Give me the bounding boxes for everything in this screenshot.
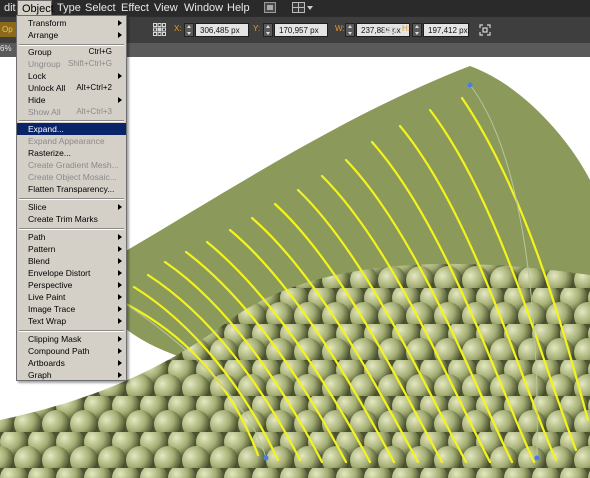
submenu-arrow-icon xyxy=(118,294,122,300)
menu-item-create-trim-marks[interactable]: Create Trim Marks xyxy=(17,213,126,225)
menu-help[interactable]: Help xyxy=(223,0,250,16)
anchor-point xyxy=(263,455,269,461)
submenu-arrow-icon xyxy=(118,282,122,288)
opacity-label[interactable]: Op xyxy=(0,22,16,37)
anchor-point xyxy=(467,82,473,88)
menu-item-expand[interactable]: Expand... xyxy=(17,123,126,135)
shortcut-label: Alt+Ctrl+2 xyxy=(76,83,112,92)
menu-item-compound-path[interactable]: Compound Path xyxy=(17,345,126,357)
h-label: H: xyxy=(402,24,410,33)
menu-item-create-gradient-mesh[interactable]: Create Gradient Mesh... xyxy=(17,159,126,171)
menu-item-envelope-distort[interactable]: Envelope Distort xyxy=(17,267,126,279)
menu-window[interactable]: Window xyxy=(180,0,223,16)
menu-edit[interactable]: dit xyxy=(0,0,18,16)
menu-item-path[interactable]: Path xyxy=(17,231,126,243)
arrange-documents-icon[interactable] xyxy=(292,2,314,13)
submenu-arrow-icon xyxy=(118,204,122,210)
y-label: Y: xyxy=(253,24,261,33)
menu-separator xyxy=(19,198,124,200)
menu-item-show-all[interactable]: Show All Alt+Ctrl+3 xyxy=(17,106,126,118)
transform-menu-icon[interactable] xyxy=(478,23,492,37)
shortcut-label: Ctrl+G xyxy=(88,47,112,56)
submenu-arrow-icon xyxy=(118,246,122,252)
zoom-level-fragment: 6% xyxy=(0,44,12,53)
menu-item-rasterize[interactable]: Rasterize... xyxy=(17,147,126,159)
menu-item-lock[interactable]: Lock xyxy=(17,70,126,82)
submenu-arrow-icon xyxy=(118,20,122,26)
menu-item-image-trace[interactable]: Image Trace xyxy=(17,303,126,315)
submenu-arrow-icon xyxy=(118,270,122,276)
menu-item-pattern[interactable]: Pattern xyxy=(17,243,126,255)
x-spinner[interactable] xyxy=(184,23,194,37)
shortcut-label: Shift+Ctrl+G xyxy=(67,59,112,68)
submenu-arrow-icon xyxy=(118,306,122,312)
menu-item-arrange[interactable]: Arrange xyxy=(17,29,126,41)
menu-item-perspective[interactable]: Perspective xyxy=(17,279,126,291)
submenu-arrow-icon xyxy=(118,336,122,342)
menu-separator xyxy=(19,330,124,332)
y-field[interactable]: 170,957 px xyxy=(274,23,328,37)
submenu-arrow-icon xyxy=(118,234,122,240)
menu-view[interactable]: View xyxy=(150,0,178,16)
menu-object[interactable]: Object xyxy=(17,0,54,16)
menu-item-transform[interactable]: Transform xyxy=(17,17,126,29)
menu-item-blend[interactable]: Blend xyxy=(17,255,126,267)
menu-item-group[interactable]: Group Ctrl+G xyxy=(17,46,126,58)
menu-item-slice[interactable]: Slice xyxy=(17,201,126,213)
menu-item-clipping-mask[interactable]: Clipping Mask xyxy=(17,333,126,345)
submenu-arrow-icon xyxy=(118,73,122,79)
menu-item-text-wrap[interactable]: Text Wrap xyxy=(17,315,126,327)
y-spinner[interactable] xyxy=(263,23,273,37)
menu-separator xyxy=(19,120,124,122)
x-label: X: xyxy=(174,24,182,33)
menu-item-live-paint[interactable]: Live Paint xyxy=(17,291,126,303)
submenu-arrow-icon xyxy=(118,258,122,264)
submenu-arrow-icon xyxy=(118,360,122,366)
menu-item-unlock-all[interactable]: Unlock All Alt+Ctrl+2 xyxy=(17,82,126,94)
w-label: W: xyxy=(335,24,345,33)
link-icon[interactable] xyxy=(383,25,397,35)
submenu-arrow-icon xyxy=(118,348,122,354)
menu-item-flatten-transparency[interactable]: Flatten Transparency... xyxy=(17,183,126,195)
anchor-point xyxy=(534,455,540,461)
menu-item-hide[interactable]: Hide xyxy=(17,94,126,106)
menu-effect[interactable]: Effect xyxy=(117,0,149,16)
h-spinner[interactable] xyxy=(412,23,422,37)
menu-item-ungroup[interactable]: Ungroup Shift+Ctrl+G xyxy=(17,58,126,70)
menu-item-expand-appearance[interactable]: Expand Appearance xyxy=(17,135,126,147)
w-spinner[interactable] xyxy=(345,23,355,37)
submenu-arrow-icon xyxy=(118,318,122,324)
menu-type[interactable]: Type xyxy=(53,0,81,16)
x-field[interactable]: 306,485 px xyxy=(195,23,249,37)
submenu-arrow-icon xyxy=(118,32,122,38)
menu-bar: dit Object Type Select Effect View Windo… xyxy=(0,0,590,16)
transform-reference-icon[interactable] xyxy=(152,22,167,37)
menu-item-create-object-mosaic[interactable]: Create Object Mosaic... xyxy=(17,171,126,183)
submenu-arrow-icon xyxy=(118,372,122,378)
object-menu-dropdown: Transform Arrange Group Ctrl+G Ungroup Shi… xyxy=(16,15,127,381)
menu-item-artboards[interactable]: Artboards xyxy=(17,357,126,369)
menu-separator xyxy=(19,228,124,230)
shortcut-label: Alt+Ctrl+3 xyxy=(76,107,112,116)
menu-select[interactable]: Select xyxy=(81,0,116,16)
menu-item-graph[interactable]: Graph xyxy=(17,369,126,381)
h-field[interactable]: 197,412 px xyxy=(423,23,469,37)
submenu-arrow-icon xyxy=(118,97,122,103)
bridge-icon[interactable] xyxy=(264,2,276,13)
